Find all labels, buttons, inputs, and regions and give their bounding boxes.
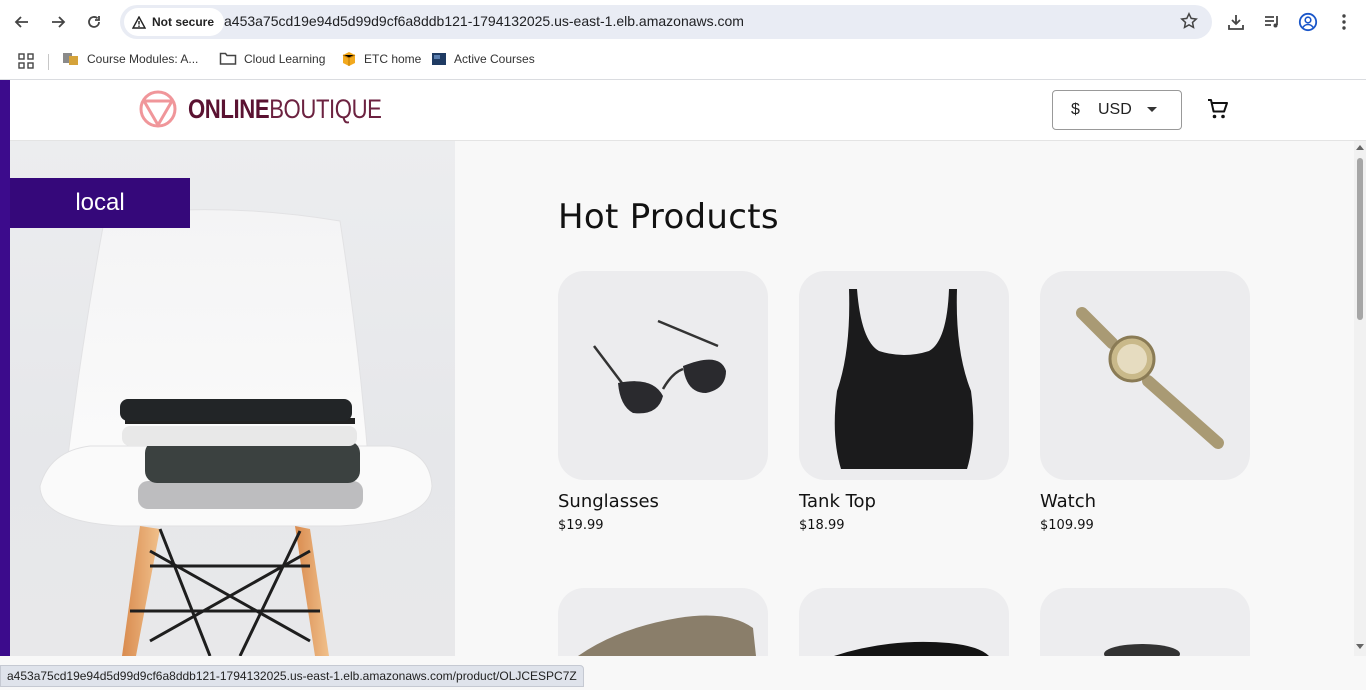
download-icon xyxy=(1228,15,1244,30)
security-label: Not secure xyxy=(152,15,215,29)
product-card-candle[interactable] xyxy=(1040,588,1250,656)
bookmark-star-button[interactable] xyxy=(1180,12,1198,34)
product-card-tank-top[interactable]: Tank Top $18.99 xyxy=(799,271,1009,533)
boutique-logo-icon xyxy=(139,90,177,128)
currency-code: USD xyxy=(1098,101,1132,118)
currency-symbol: $ xyxy=(1071,101,1080,118)
product-card-sunglasses[interactable]: Sunglasses $19.99 xyxy=(558,271,768,533)
bookmark-etc-home[interactable]: ETC home xyxy=(341,51,421,67)
back-button[interactable] xyxy=(10,10,34,34)
bookmark-active-courses[interactable]: Active Courses xyxy=(431,51,535,67)
hot-products-section: Hot Products Sunglasses $19.99 Tank Top xyxy=(455,141,1354,656)
bookmark-label: Course Modules: A... xyxy=(87,52,199,66)
tank-top-image xyxy=(834,289,974,469)
logo-light-text: BOUTIQUE xyxy=(269,93,382,124)
accent-stripe xyxy=(0,80,10,656)
book-icon xyxy=(432,53,446,65)
watch-image xyxy=(1076,307,1224,449)
product-card-shoes[interactable] xyxy=(558,588,768,656)
product-name[interactable]: Sunglasses xyxy=(558,491,768,512)
profile-button[interactable] xyxy=(1296,10,1320,34)
url-text: a453a75cd19e94d5d99d9cf6a8ddb121-1794132… xyxy=(224,13,744,29)
site-header: ONLINEBOUTIQUE $ USD xyxy=(0,80,1366,141)
aws-box-icon xyxy=(342,52,356,66)
product-price: $19.99 xyxy=(558,518,604,533)
star-icon xyxy=(1180,12,1198,29)
section-heading: Hot Products xyxy=(558,197,779,237)
scroll-thumb[interactable] xyxy=(1357,158,1363,320)
course-favicon-icon xyxy=(63,53,78,65)
web-page: ONLINEBOUTIQUE $ USD local Hot Products … xyxy=(0,80,1366,656)
logo-bold-text: ONLINE xyxy=(188,93,270,124)
product-name[interactable]: Tank Top xyxy=(799,491,1009,512)
product-price: $18.99 xyxy=(799,518,845,533)
link-status-bar: a453a75cd19e94d5d99d9cf6a8ddb121-1794132… xyxy=(0,665,584,687)
bookmark-cloud-learning[interactable]: Cloud Learning xyxy=(219,51,325,66)
caret-down-icon xyxy=(1147,107,1157,112)
bookmark-course-modules[interactable]: Course Modules: A... xyxy=(62,51,198,67)
cart-button[interactable] xyxy=(1206,97,1230,125)
sunglasses-image xyxy=(593,319,726,414)
bookmarks-bar: Course Modules: A... Cloud Learning ETC … xyxy=(0,44,1366,80)
apps-button[interactable] xyxy=(18,53,34,69)
bookmark-label: ETC home xyxy=(364,52,422,66)
media-queue-icon xyxy=(1265,16,1278,28)
folder-icon xyxy=(219,52,237,65)
loafers-image xyxy=(578,615,756,656)
more-vertical-icon xyxy=(1342,14,1346,30)
site-logo[interactable]: ONLINEBOUTIQUE xyxy=(138,89,424,129)
reload-icon xyxy=(88,16,100,28)
product-card-hairdryer[interactable] xyxy=(799,588,1009,656)
security-chip[interactable]: Not secure xyxy=(124,8,225,36)
product-name[interactable]: Watch xyxy=(1040,491,1250,512)
product-image[interactable] xyxy=(1040,271,1250,480)
menu-button[interactable] xyxy=(1332,10,1356,34)
scroll-up-arrow[interactable] xyxy=(1356,145,1364,150)
product-partial-image-2 xyxy=(1104,644,1180,656)
forward-button[interactable] xyxy=(46,10,70,34)
currency-selector[interactable]: $ USD xyxy=(1052,90,1182,130)
product-image[interactable] xyxy=(799,271,1009,480)
warning-triangle-icon xyxy=(132,15,146,29)
browser-toolbar: Not secure a453a75cd19e94d5d99d9cf6a8ddb… xyxy=(0,0,1366,44)
account-circle-icon xyxy=(1298,12,1318,32)
shopping-cart-icon xyxy=(1208,99,1228,119)
page-scrollbar[interactable] xyxy=(1354,141,1366,656)
reload-button[interactable] xyxy=(82,10,106,34)
scroll-down-arrow[interactable] xyxy=(1356,644,1364,649)
product-card-watch[interactable]: Watch $109.99 xyxy=(1040,271,1250,533)
product-partial-image xyxy=(834,641,989,656)
arrow-left-icon xyxy=(14,16,28,28)
media-button[interactable] xyxy=(1260,10,1284,34)
apps-grid-icon xyxy=(18,53,34,69)
logo-wordmark: ONLINEBOUTIQUE xyxy=(188,94,382,125)
bookmark-label: Cloud Learning xyxy=(244,51,326,66)
bookmark-label: Active Courses xyxy=(454,52,535,66)
bookmarks-separator xyxy=(48,54,49,70)
downloads-button[interactable] xyxy=(1224,10,1248,34)
address-bar[interactable]: Not secure a453a75cd19e94d5d99d9cf6a8ddb… xyxy=(120,5,1212,39)
product-image[interactable] xyxy=(558,271,768,480)
arrow-right-icon xyxy=(52,16,66,28)
product-price: $109.99 xyxy=(1040,518,1094,533)
environment-banner: local xyxy=(10,178,190,228)
